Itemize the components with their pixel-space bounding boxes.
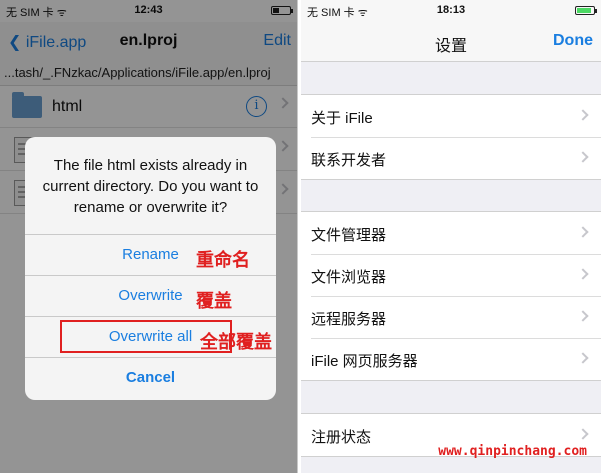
overwrite-button[interactable]: Overwrite [25,275,276,316]
chevron-right-icon [577,310,589,322]
done-button[interactable]: Done [553,32,593,50]
left-screen: 无 SIM 卡 ᯤ 12:43 ❮ iFile.app en.lproj Edi… [0,0,298,473]
clock: 18:13 [436,4,466,16]
chevron-right-icon [577,268,589,280]
chevron-right-icon [577,151,589,163]
right-screen: 无 SIM 卡 ᯤ 18:13 设置 Done 关于 iFile 联系开发者 文… [301,0,601,473]
settings-row[interactable]: 文件管理器 [301,212,601,254]
annotation-overwrite: 覆盖 [196,291,232,311]
chevron-right-icon [577,109,589,121]
annotation-rename: 重命名 [196,250,250,270]
chevron-right-icon [577,428,589,440]
cancel-button[interactable]: Cancel [25,357,276,398]
settings-row-label: 远程服务器 [311,311,387,328]
settings-row-label: 文件管理器 [311,227,387,244]
alert-message: The file html exists already in current … [42,157,259,216]
settings-row[interactable]: 关于 iFile [301,95,601,137]
settings-row-label: 注册状态 [311,429,372,446]
settings-row[interactable]: 文件浏览器 [301,254,601,296]
settings-row[interactable]: iFile 网页服务器 [301,338,601,380]
watermark: www.qinpinchang.com [438,444,587,459]
chevron-right-icon [577,226,589,238]
battery-icon [575,6,597,15]
settings-row-label: 文件浏览器 [311,269,387,286]
settings-group: 文件管理器 文件浏览器 远程服务器 iFile 网页服务器 [301,211,601,381]
settings-row-label: 联系开发者 [311,152,387,169]
highlight-box [60,320,232,353]
settings-group: 关于 iFile 联系开发者 [301,94,601,180]
settings-row-label: 关于 iFile [311,110,373,127]
battery-level [577,8,591,13]
nav-bar: 设置 Done [301,22,601,62]
chevron-right-icon [577,352,589,364]
settings-row-label: iFile 网页服务器 [311,353,418,370]
status-bar: 无 SIM 卡 ᯤ 18:13 [301,0,601,22]
settings-row[interactable]: 联系开发者 [301,137,601,179]
settings-row[interactable]: 远程服务器 [301,296,601,338]
